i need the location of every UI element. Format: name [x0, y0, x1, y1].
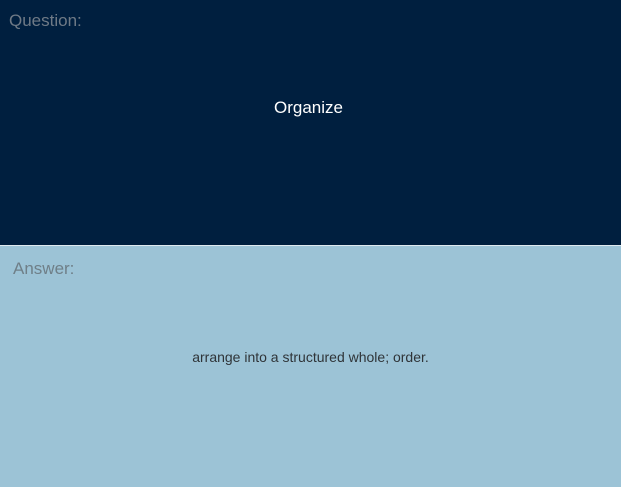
flashcard[interactable]: Question: Organize Answer: arrange into …: [0, 0, 621, 487]
answer-text: arrange into a structured whole; order.: [192, 349, 429, 365]
question-panel[interactable]: Question: Organize: [0, 0, 621, 245]
answer-label: Answer:: [13, 259, 75, 278]
answer-panel[interactable]: Answer: arrange into a structured whole;…: [0, 246, 621, 487]
question-text: Organize: [274, 98, 343, 117]
question-label: Question:: [9, 11, 82, 30]
